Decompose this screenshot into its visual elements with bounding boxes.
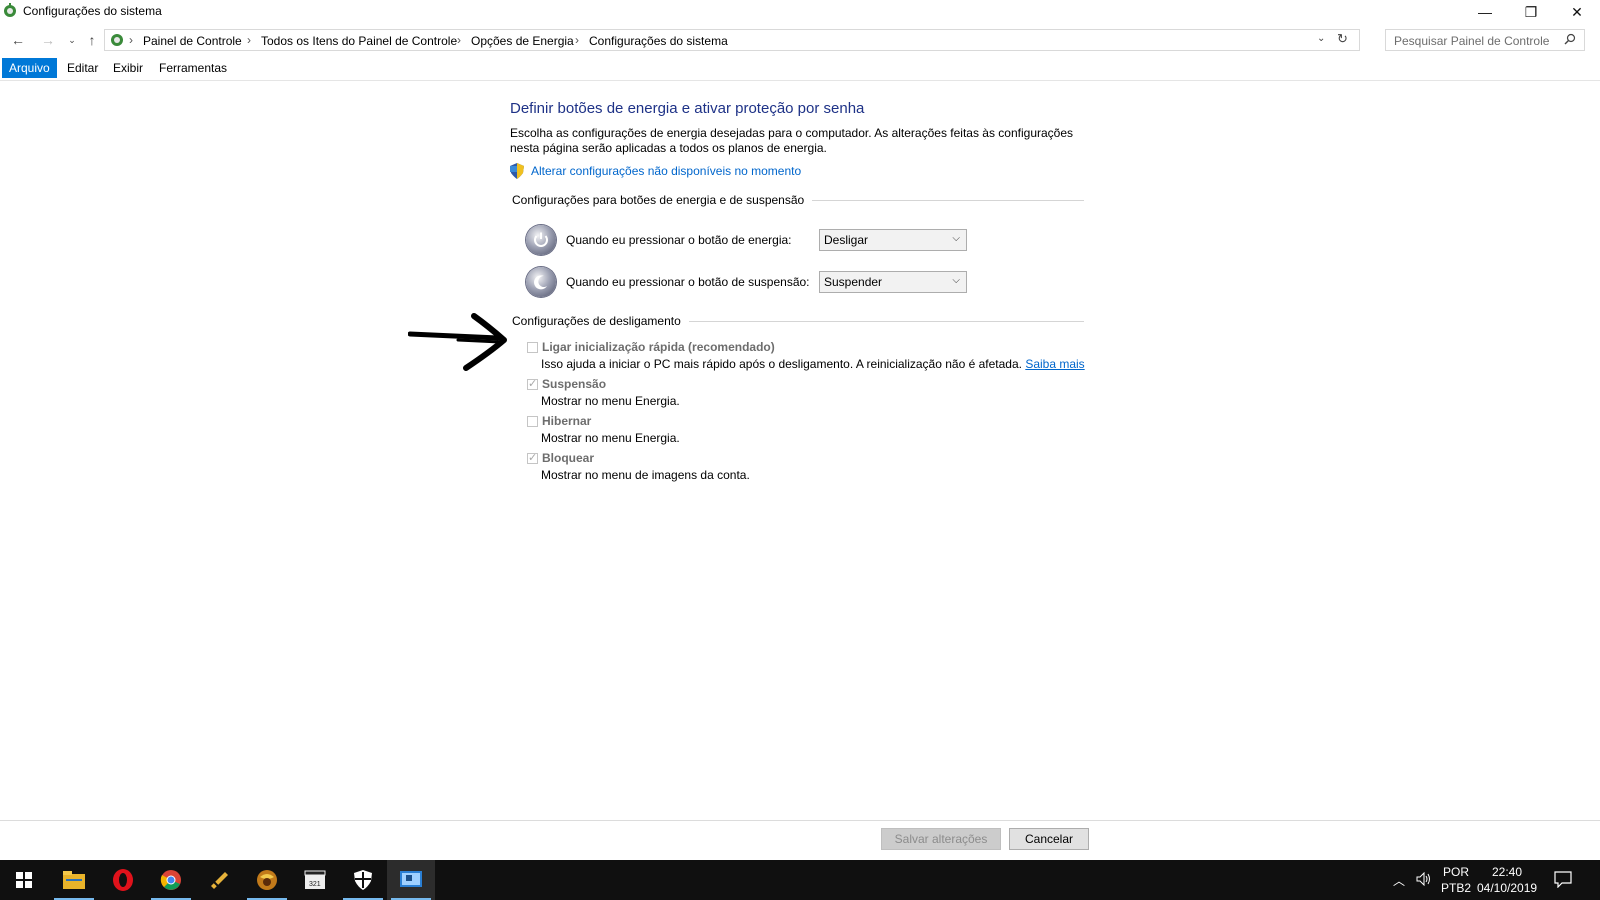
sleep-button-icon	[526, 267, 556, 297]
game-icon[interactable]	[243, 860, 291, 900]
fast-startup-label: Ligar inicialização rápida (recomendado)	[542, 340, 775, 354]
learn-more-link[interactable]: Saiba mais	[1025, 357, 1084, 371]
hand-drawn-arrow-annotation	[407, 312, 512, 379]
input-language-top[interactable]: POR	[1443, 865, 1469, 879]
clock-time[interactable]: 22:40	[1492, 865, 1522, 879]
show-hidden-icons-chevron-icon[interactable]: ︿	[1393, 872, 1405, 889]
clock-date[interactable]: 04/10/2019	[1477, 881, 1537, 895]
power-button-icon	[526, 225, 556, 255]
menu-ferramentas[interactable]: Ferramentas	[152, 58, 234, 78]
chevron-down-icon: ⌵	[952, 275, 960, 286]
breadcrumb-separator-icon: ›	[129, 33, 133, 47]
footer-divider	[0, 820, 1600, 821]
breadcrumb-separator-icon: ›	[247, 33, 251, 47]
chrome-icon[interactable]	[147, 860, 195, 900]
video-editor-icon[interactable]: 321	[291, 860, 339, 900]
start-icon[interactable]	[0, 860, 48, 900]
hibernate-option-description: Mostrar no menu Energia.	[541, 431, 680, 445]
minimize-button[interactable]: —	[1462, 0, 1508, 24]
breadcrumb-configuracoes-do-sistema[interactable]: Configurações do sistema	[589, 34, 728, 48]
volume-icon[interactable]	[1416, 871, 1432, 889]
address-row: ← → ⌄ ↑ › Painel de Controle › Todos os …	[0, 26, 1600, 54]
breadcrumb-separator-icon: ›	[457, 33, 461, 47]
taskbar: 321 ︿ POR PTB2 22:40 04/10/2019	[0, 860, 1600, 900]
power-buttons-section-title: Configurações para botões de energia e d…	[512, 193, 813, 207]
power-button-action-value: Desligar	[824, 233, 869, 247]
sleep-option-label: Suspensão	[542, 377, 607, 391]
recent-locations-chevron-icon[interactable]: ⌄	[62, 30, 82, 50]
menu-bar: Arquivo Editar Exibir Ferramentas	[0, 58, 1600, 81]
fast-startup-checkbox[interactable]	[527, 342, 538, 353]
uac-shield-icon	[510, 163, 524, 182]
lock-option-label: Bloquear	[542, 451, 595, 465]
action-center-icon[interactable]	[1554, 871, 1572, 891]
power-button-label: Quando eu pressionar o botão de energia:	[566, 233, 792, 247]
save-changes-button[interactable]: Salvar alterações	[881, 828, 1001, 850]
control-panel-app-icon	[2, 3, 18, 19]
search-icon[interactable]	[1564, 33, 1576, 48]
up-arrow-icon[interactable]: ↑	[82, 30, 102, 50]
search-input[interactable]: Pesquisar Painel de Controle	[1385, 29, 1585, 51]
close-button[interactable]: ✕	[1554, 0, 1600, 24]
lock-option-checkbox[interactable]	[527, 451, 538, 464]
hibernate-option-checkbox[interactable]	[527, 416, 538, 427]
svg-text:321: 321	[309, 881, 321, 888]
cancel-button[interactable]: Cancelar	[1009, 828, 1089, 850]
control-panel-location-icon	[109, 32, 125, 51]
sleep-button-action-value: Suspender	[824, 275, 883, 289]
security-shield-icon[interactable]	[339, 860, 387, 900]
address-dropdown-chevron-icon[interactable]: ⌄	[1317, 33, 1325, 44]
sleep-button-label: Quando eu pressionar o botão de suspensã…	[566, 275, 810, 289]
menu-arquivo[interactable]: Arquivo	[2, 58, 57, 78]
opera-icon[interactable]	[99, 860, 147, 900]
breadcrumb-todos-itens[interactable]: Todos os Itens do Painel de Controle	[261, 34, 457, 48]
file-explorer-icon[interactable]	[50, 860, 98, 900]
window-title: Configurações do sistema	[23, 4, 162, 18]
sleep-option-checkbox[interactable]	[527, 377, 538, 390]
breadcrumb-opcoes-de-energia[interactable]: Opções de Energia	[471, 34, 574, 48]
refresh-icon[interactable]: ↻	[1337, 31, 1348, 47]
title-bar: Configurações do sistema — ❐ ✕	[0, 0, 1600, 24]
back-arrow-icon[interactable]: ←	[8, 30, 28, 50]
sleep-button-action-select[interactable]: Suspender ⌵	[819, 271, 967, 293]
search-placeholder: Pesquisar Painel de Controle	[1394, 34, 1550, 48]
forward-arrow-icon[interactable]: →	[38, 30, 58, 50]
chevron-down-icon: ⌵	[952, 233, 960, 244]
control-panel-taskbar-icon[interactable]	[387, 860, 435, 900]
shutdown-section-title: Configurações de desligamento	[512, 314, 689, 328]
breadcrumb-painel-de-controle[interactable]: Painel de Controle	[143, 34, 242, 48]
page-title: Definir botões de energia e ativar prote…	[510, 100, 865, 117]
menu-editar[interactable]: Editar	[60, 58, 105, 78]
page-intro-text: Escolha as configurações de energia dese…	[510, 126, 1074, 155]
fast-startup-description-text: Isso ajuda a iniciar o PC mais rápido ap…	[541, 357, 1022, 371]
change-unavailable-settings-link[interactable]: Alterar configurações não disponíveis no…	[531, 164, 801, 178]
main-content: Definir botões de energia e ativar prote…	[0, 80, 1600, 820]
app-icon-5[interactable]	[195, 860, 243, 900]
restore-button[interactable]: ❐	[1508, 0, 1554, 24]
power-button-action-select[interactable]: Desligar ⌵	[819, 229, 967, 251]
lock-option-description: Mostrar no menu de imagens da conta.	[541, 468, 750, 482]
menu-exibir[interactable]: Exibir	[106, 58, 150, 78]
fast-startup-description: Isso ajuda a iniciar o PC mais rápido ap…	[541, 357, 1085, 371]
hibernate-option-label: Hibernar	[542, 414, 592, 428]
address-bar[interactable]: › Painel de Controle › Todos os Itens do…	[104, 29, 1360, 51]
breadcrumb-separator-icon: ›	[575, 33, 579, 47]
sleep-option-description: Mostrar no menu Energia.	[541, 394, 680, 408]
input-language-bottom[interactable]: PTB2	[1441, 881, 1471, 895]
